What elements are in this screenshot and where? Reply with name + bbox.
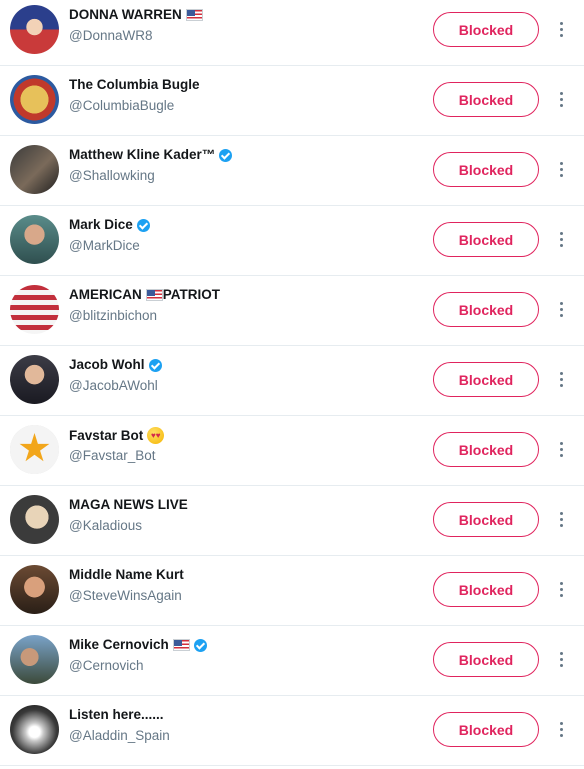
account-name[interactable]: Listen here...... (69, 707, 164, 723)
account-handle[interactable]: @Favstar_Bot (69, 448, 155, 464)
account-handle[interactable]: @Cernovich (69, 658, 143, 674)
avatar[interactable] (10, 355, 59, 404)
account-name-line[interactable]: Listen here...... (69, 707, 164, 723)
heart-eyes-emoji-icon: ♥♥ (147, 427, 165, 444)
account-name-line[interactable]: MAGA NEWS LIVE (69, 497, 188, 513)
account-name-suffix[interactable]: PATRIOT (163, 287, 220, 303)
blocked-button[interactable]: Blocked (433, 572, 539, 607)
account-row[interactable]: Listen here...... @Aladdin_Spain Blocked (0, 696, 584, 766)
account-row[interactable]: Favstar Bot ♥♥ @Favstar_Bot Blocked (0, 416, 584, 486)
account-name-line[interactable]: AMERICAN PATRIOT (69, 287, 220, 303)
account-name[interactable]: Mark Dice (69, 217, 133, 233)
account-handle[interactable]: @blitzinbichon (69, 308, 157, 324)
account-row[interactable]: Matthew Kline Kader™ @Shallowking Blocke… (0, 136, 584, 206)
account-handle[interactable]: @MarkDice (69, 238, 140, 254)
account-handle[interactable]: @Kaladious (69, 518, 142, 534)
more-options-icon[interactable] (553, 297, 569, 321)
account-handle[interactable]: @JacobAWohl (69, 378, 158, 394)
account-row[interactable]: DONNA WARREN @DonnaWR8 Blocked (0, 0, 584, 66)
account-handle[interactable]: @Aladdin_Spain (69, 728, 170, 744)
avatar[interactable] (10, 75, 59, 124)
avatar[interactable] (10, 5, 59, 54)
more-options-icon[interactable] (553, 367, 569, 391)
blocked-button[interactable]: Blocked (433, 82, 539, 117)
more-options-icon[interactable] (553, 647, 569, 671)
account-handle[interactable]: @ColumbiaBugle (69, 98, 174, 114)
blocked-button[interactable]: Blocked (433, 12, 539, 47)
account-handle[interactable]: @Shallowking (69, 168, 155, 184)
more-options-icon[interactable] (553, 507, 569, 531)
account-name[interactable]: Middle Name Kurt (69, 567, 184, 583)
account-name-line[interactable]: The Columbia Bugle (69, 77, 200, 93)
blocked-button[interactable]: Blocked (433, 642, 539, 677)
more-options-icon[interactable] (553, 227, 569, 251)
account-row[interactable]: Mark Dice @MarkDice Blocked (0, 206, 584, 276)
us-flag-icon (172, 639, 190, 651)
account-row[interactable]: The Columbia Bugle @ColumbiaBugle Blocke… (0, 66, 584, 136)
avatar[interactable] (10, 495, 59, 544)
verified-icon (219, 148, 233, 162)
more-options-icon[interactable] (553, 87, 569, 111)
account-name-line[interactable]: Jacob Wohl (69, 357, 162, 373)
avatar[interactable] (10, 705, 59, 754)
more-options-icon[interactable] (553, 437, 569, 461)
avatar[interactable] (10, 145, 59, 194)
account-name-line[interactable]: DONNA WARREN (69, 7, 203, 23)
blocked-button[interactable]: Blocked (433, 362, 539, 397)
us-flag-icon (145, 289, 163, 301)
account-name-line[interactable]: Middle Name Kurt (69, 567, 184, 583)
account-name[interactable]: Jacob Wohl (69, 357, 145, 373)
account-name-line[interactable]: Matthew Kline Kader™ (69, 147, 233, 163)
blocked-button[interactable]: Blocked (433, 292, 539, 327)
more-options-icon[interactable] (553, 577, 569, 601)
more-options-icon[interactable] (553, 157, 569, 181)
blocked-accounts-list: DONNA WARREN @DonnaWR8 Blocked The Colum… (0, 0, 584, 766)
account-name[interactable]: AMERICAN (69, 287, 142, 303)
more-options-icon[interactable] (553, 17, 569, 41)
blocked-button[interactable]: Blocked (433, 152, 539, 187)
account-name[interactable]: Favstar Bot (69, 428, 143, 444)
avatar[interactable] (10, 425, 59, 474)
account-handle[interactable]: @SteveWinsAgain (69, 588, 182, 604)
us-flag-icon (185, 9, 203, 21)
verified-icon (136, 218, 150, 232)
blocked-button[interactable]: Blocked (433, 502, 539, 537)
account-name-line[interactable]: Mark Dice (69, 217, 150, 233)
account-row[interactable]: Jacob Wohl @JacobAWohl Blocked (0, 346, 584, 416)
account-name[interactable]: Mike Cernovich (69, 637, 169, 653)
more-options-icon[interactable] (553, 717, 569, 741)
avatar[interactable] (10, 285, 59, 334)
account-row[interactable]: Middle Name Kurt @SteveWinsAgain Blocked (0, 556, 584, 626)
account-name[interactable]: DONNA WARREN (69, 7, 182, 23)
account-name[interactable]: Matthew Kline Kader™ (69, 147, 215, 163)
account-row[interactable]: AMERICAN PATRIOT @blitzinbichon Blocked (0, 276, 584, 346)
avatar[interactable] (10, 565, 59, 614)
blocked-button[interactable]: Blocked (433, 222, 539, 257)
account-row[interactable]: Mike Cernovich @Cernovich Blocked (0, 626, 584, 696)
verified-icon (148, 358, 162, 372)
account-row[interactable]: MAGA NEWS LIVE @Kaladious Blocked (0, 486, 584, 556)
avatar[interactable] (10, 635, 59, 684)
account-name[interactable]: The Columbia Bugle (69, 77, 200, 93)
star-icon (19, 433, 50, 462)
avatar[interactable] (10, 215, 59, 264)
account-name-line[interactable]: Favstar Bot ♥♥ (69, 427, 165, 444)
blocked-button[interactable]: Blocked (433, 712, 539, 747)
blocked-button[interactable]: Blocked (433, 432, 539, 467)
account-handle[interactable]: @DonnaWR8 (69, 28, 153, 44)
account-name[interactable]: MAGA NEWS LIVE (69, 497, 188, 513)
account-name-line[interactable]: Mike Cernovich (69, 637, 207, 653)
verified-icon (193, 638, 207, 652)
